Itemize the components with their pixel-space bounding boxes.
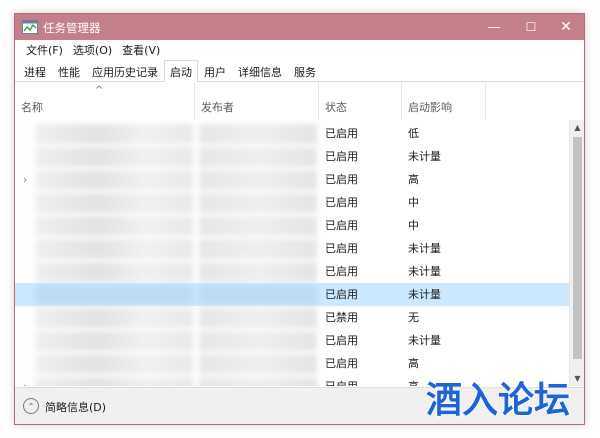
redacted-name: [35, 124, 193, 144]
row-status: 已启用: [325, 196, 358, 209]
menu-file[interactable]: 文件(F): [21, 42, 68, 58]
redacted-name: [35, 216, 193, 236]
vertical-scrollbar[interactable]: ▲ ▼: [569, 120, 584, 386]
redacted-publisher: [199, 377, 317, 386]
redacted-name: [35, 354, 193, 374]
table-row-selected[interactable]: 已启用 未计量: [15, 283, 571, 306]
task-manager-icon: [22, 20, 38, 34]
collapse-circle-icon[interactable]: ⌃: [23, 398, 39, 414]
startup-list: 已启用 低 已启用 未计量 › 已启用 高 已启用 中 已启用 中 已启用 未计…: [15, 120, 571, 386]
table-row[interactable]: 已启用 未计量: [15, 260, 571, 283]
table-row[interactable]: 已启用 未计量: [15, 329, 571, 352]
sort-ascending-icon: ^: [95, 85, 104, 96]
row-status: 已启用: [325, 375, 358, 386]
row-impact: 高: [408, 357, 419, 370]
column-header-impact[interactable]: 启动影响: [402, 83, 486, 119]
row-status: 已启用: [325, 288, 358, 301]
table-row[interactable]: 已启用 低: [15, 122, 571, 145]
redacted-name: [35, 262, 193, 282]
tab-startup[interactable]: 启动: [164, 60, 198, 82]
redacted-publisher: [199, 216, 317, 236]
tab-app-history[interactable]: 应用历史记录: [86, 61, 164, 81]
scroll-up-arrow-icon[interactable]: ▲: [570, 120, 584, 135]
task-manager-window: 任务管理器 — ☐ ✕ 文件(F) 选项(O) 查看(V) 进程 性能 应用历史…: [14, 13, 585, 425]
row-status: 已启用: [325, 242, 358, 255]
column-header-publisher[interactable]: 发布者: [195, 83, 319, 119]
title-bar[interactable]: 任务管理器 — ☐ ✕: [15, 14, 584, 40]
row-status: 已启用: [325, 265, 358, 278]
redacted-publisher: [199, 331, 317, 351]
redacted-name: [35, 193, 193, 213]
redacted-publisher: [199, 124, 317, 144]
window-title: 任务管理器: [43, 21, 101, 35]
tab-services[interactable]: 服务: [288, 61, 322, 81]
row-impact: 未计量: [408, 242, 441, 255]
menu-view[interactable]: 查看(V): [117, 42, 165, 58]
row-impact: 未计量: [408, 265, 441, 278]
tab-performance[interactable]: 性能: [52, 61, 86, 81]
redacted-name: [35, 308, 193, 328]
redacted-name: [35, 285, 193, 305]
row-impact: 低: [408, 127, 419, 140]
expand-chevron-icon[interactable]: ›: [23, 375, 27, 386]
maximize-button[interactable]: ☐: [515, 14, 547, 40]
redacted-name: [35, 331, 193, 351]
redacted-publisher: [199, 239, 317, 259]
expand-chevron-icon[interactable]: ›: [23, 168, 27, 191]
row-impact: 未计量: [408, 334, 441, 347]
column-header-status[interactable]: 状态: [319, 83, 402, 119]
redacted-name: [35, 239, 193, 259]
row-impact: 高: [408, 375, 419, 386]
redacted-name: [35, 377, 193, 386]
tab-users[interactable]: 用户: [198, 61, 232, 81]
menu-bar: 文件(F) 选项(O) 查看(V): [15, 40, 584, 60]
column-header-name[interactable]: ^ 名称: [15, 83, 195, 119]
minimize-button[interactable]: —: [478, 14, 510, 40]
redacted-publisher: [199, 354, 317, 374]
close-button[interactable]: ✕: [548, 14, 584, 40]
row-status: 已启用: [325, 219, 358, 232]
row-impact: 中: [408, 219, 419, 232]
redacted-publisher: [199, 285, 317, 305]
row-status: 已启用: [325, 357, 358, 370]
column-impact-label: 启动影响: [408, 101, 452, 114]
column-publisher-label: 发布者: [201, 101, 234, 114]
row-impact: 未计量: [408, 288, 441, 301]
column-status-label: 状态: [325, 101, 347, 114]
table-row[interactable]: 已启用 中: [15, 214, 571, 237]
forum-watermark-logo: 酒入论坛: [425, 379, 571, 420]
table-row[interactable]: 已禁用 无: [15, 306, 571, 329]
redacted-name: [35, 147, 193, 167]
row-impact: 未计量: [408, 150, 441, 163]
row-status: 已禁用: [325, 311, 358, 324]
menu-options[interactable]: 选项(O): [68, 42, 117, 58]
column-name-label: 名称: [21, 101, 43, 114]
redacted-publisher: [199, 170, 317, 190]
row-impact: 中: [408, 196, 419, 209]
table-row[interactable]: › 已启用 高: [15, 168, 571, 191]
watermark-text: 酒入论坛: [426, 380, 570, 420]
row-impact: 高: [408, 173, 419, 186]
tab-details[interactable]: 详细信息: [232, 61, 288, 81]
row-status: 已启用: [325, 127, 358, 140]
table-row[interactable]: 已启用 中: [15, 191, 571, 214]
scrollbar-thumb[interactable]: [573, 137, 582, 359]
table-row[interactable]: 已启用 高: [15, 352, 571, 375]
redacted-name: [35, 170, 193, 190]
redacted-publisher: [199, 147, 317, 167]
row-status: 已启用: [325, 173, 358, 186]
row-impact: 无: [408, 311, 419, 324]
column-header: ^ 名称 发布者 状态 启动影响: [15, 83, 584, 119]
tab-strip: 进程 性能 应用历史记录 启动 用户 详细信息 服务: [15, 60, 584, 82]
redacted-publisher: [199, 262, 317, 282]
redacted-publisher: [199, 193, 317, 213]
table-row[interactable]: 已启用 未计量: [15, 145, 571, 168]
tab-processes[interactable]: 进程: [18, 61, 52, 81]
row-status: 已启用: [325, 334, 358, 347]
table-row[interactable]: 已启用 未计量: [15, 237, 571, 260]
row-status: 已启用: [325, 150, 358, 163]
fewer-details-link[interactable]: 简略信息(D): [45, 399, 106, 415]
redacted-publisher: [199, 308, 317, 328]
